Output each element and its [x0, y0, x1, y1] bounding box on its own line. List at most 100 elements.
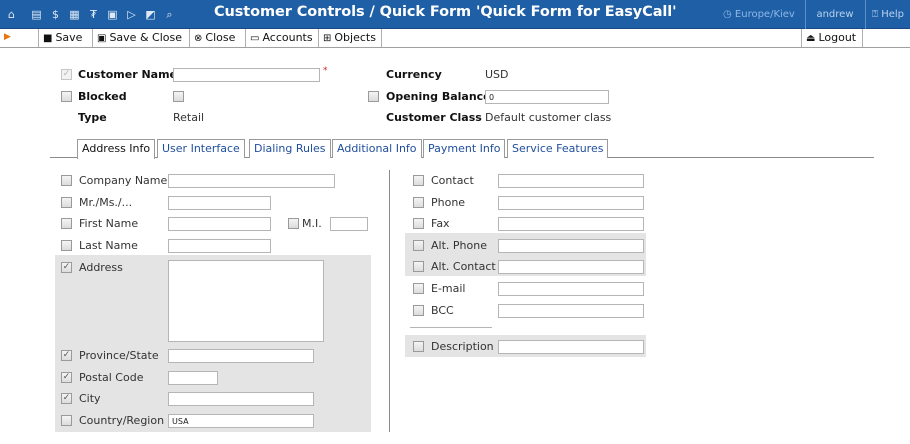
- customers-icon[interactable]: ▤: [30, 8, 43, 21]
- type-label: Type: [78, 111, 107, 124]
- bcc-checkbox[interactable]: [413, 305, 424, 316]
- blocked-checkbox[interactable]: [173, 91, 184, 102]
- country-checkbox[interactable]: [61, 415, 72, 426]
- opening-balance-checkbox[interactable]: [368, 91, 379, 102]
- first-name-input[interactable]: [168, 217, 271, 231]
- address-label: Address: [79, 261, 123, 274]
- contact-label: Contact: [431, 174, 474, 187]
- postal-code-checkbox[interactable]: ✓: [61, 372, 72, 383]
- help-label: Help: [881, 9, 904, 20]
- save-icon: ■: [43, 33, 53, 44]
- logout-label: Logout: [818, 31, 857, 44]
- tab-user-interface[interactable]: User Interface: [157, 139, 245, 158]
- accounts-button[interactable]: ▭ Accounts: [245, 29, 313, 47]
- tab-service-features[interactable]: Service Features: [507, 139, 609, 158]
- email-checkbox[interactable]: [413, 283, 424, 294]
- tab-payment-info[interactable]: Payment Info: [423, 139, 506, 158]
- logout-icon: ⏏: [806, 33, 816, 44]
- alt-contact-input[interactable]: [498, 260, 644, 274]
- company-name-checkbox[interactable]: [61, 175, 72, 186]
- city-input[interactable]: [168, 392, 314, 406]
- company-name-input[interactable]: [168, 174, 335, 188]
- save-close-button[interactable]: ▣ Save & Close: [92, 29, 182, 47]
- phone-input[interactable]: [498, 196, 644, 210]
- accounts-label: Accounts: [262, 31, 313, 44]
- alt-phone-input[interactable]: [498, 239, 644, 253]
- last-name-checkbox[interactable]: [61, 240, 72, 251]
- company-name-label: Company Name: [79, 174, 168, 187]
- fax-checkbox[interactable]: [413, 218, 424, 229]
- province-input[interactable]: [168, 349, 314, 363]
- tariff-icon[interactable]: ₮: [87, 8, 100, 21]
- fax-label: Fax: [431, 217, 450, 230]
- timezone-label: Europe/Kiev: [734, 9, 795, 20]
- first-name-checkbox[interactable]: [61, 218, 72, 229]
- close-icon: ⊗: [194, 33, 203, 44]
- country-input[interactable]: [168, 414, 314, 428]
- accounts-icon: ▭: [250, 33, 260, 44]
- top-bar: ⌂ ▤ $ ▦ ₮ ▣ ▷ ◩ ⌕ Customer Controls / Qu…: [0, 0, 910, 29]
- billing-icon[interactable]: $: [49, 8, 62, 21]
- save-close-icon: ▣: [97, 33, 107, 44]
- blocked-label: Blocked: [78, 90, 127, 103]
- contact-checkbox[interactable]: [413, 175, 424, 186]
- timezone-link[interactable]: ◷ Europe/Kiev: [723, 0, 804, 29]
- arrow-right-icon: ▶: [4, 32, 11, 42]
- tab-address-info[interactable]: Address Info: [77, 139, 156, 159]
- media-icon[interactable]: ▷: [125, 8, 138, 21]
- description-checkbox[interactable]: [413, 341, 424, 352]
- logout-button[interactable]: ⏏ Logout: [801, 29, 864, 47]
- postal-code-input[interactable]: [168, 371, 218, 385]
- opening-balance-input[interactable]: [485, 90, 609, 104]
- contact-input[interactable]: [498, 174, 644, 188]
- city-checkbox[interactable]: ✓: [61, 393, 72, 404]
- mi-input[interactable]: [330, 217, 368, 231]
- currency-label: Currency: [386, 68, 442, 81]
- mi-label: M.I.: [302, 217, 322, 230]
- city-label: City: [79, 392, 101, 405]
- page-title: Customer Controls / Quick Form 'Quick Fo…: [214, 4, 677, 20]
- close-button[interactable]: ⊗ Close: [189, 29, 235, 47]
- blocked-row-checkbox[interactable]: [61, 91, 72, 102]
- description-input[interactable]: [498, 340, 644, 354]
- type-value: Retail: [173, 111, 205, 124]
- address-textarea[interactable]: [168, 260, 324, 342]
- nav-icon-strip: ⌂ ▤ $ ▦ ₮ ▣ ▷ ◩ ⌕: [0, 0, 182, 29]
- email-input[interactable]: [498, 282, 644, 296]
- grid-icon[interactable]: ▦: [68, 8, 81, 21]
- help-link[interactable]: ⍰ Help: [865, 0, 910, 29]
- toolbar: ▶ ■ Save ▣ Save & Close ⊗ Close ▭ Accounts ⊞…: [0, 29, 910, 48]
- network-icon[interactable]: ▣: [106, 8, 119, 21]
- tab-dialing-rules[interactable]: Dialing Rules: [249, 139, 331, 158]
- save-button[interactable]: ■ Save: [38, 29, 82, 47]
- close-label: Close: [205, 31, 236, 44]
- save-close-label: Save & Close: [109, 31, 182, 44]
- last-name-input[interactable]: [168, 239, 271, 253]
- bcc-input[interactable]: [498, 304, 644, 318]
- search-icon[interactable]: ⌕: [163, 8, 176, 21]
- fax-input[interactable]: [498, 217, 644, 231]
- address-checkbox[interactable]: ✓: [61, 262, 72, 273]
- user-link[interactable]: andrew: [805, 0, 864, 29]
- salutation-input[interactable]: [168, 196, 271, 210]
- opening-balance-label: Opening Balance: [386, 90, 491, 103]
- alt-contact-checkbox[interactable]: [413, 261, 424, 272]
- stats-icon[interactable]: ◩: [144, 8, 157, 21]
- phone-checkbox[interactable]: [413, 197, 424, 208]
- alt-phone-checkbox[interactable]: [413, 240, 424, 251]
- help-icon: ⍰: [872, 9, 882, 20]
- mi-checkbox[interactable]: [288, 218, 299, 229]
- objects-label: Objects: [334, 31, 376, 44]
- salutation-checkbox[interactable]: [61, 197, 72, 208]
- home-icon[interactable]: ⌂: [5, 8, 18, 21]
- objects-button[interactable]: ⊞ Objects: [318, 29, 382, 47]
- customer-name-checkbox: ✓: [61, 69, 72, 80]
- description-separator: [410, 327, 492, 328]
- tab-additional-info[interactable]: Additional Info: [332, 139, 422, 158]
- phone-label: Phone: [431, 196, 466, 209]
- customer-name-input[interactable]: [173, 68, 320, 82]
- alt-phone-label: Alt. Phone: [431, 239, 487, 252]
- currency-value: USD: [485, 68, 509, 81]
- province-checkbox[interactable]: ✓: [61, 350, 72, 361]
- salutation-label: Mr./Ms./...: [79, 196, 133, 209]
